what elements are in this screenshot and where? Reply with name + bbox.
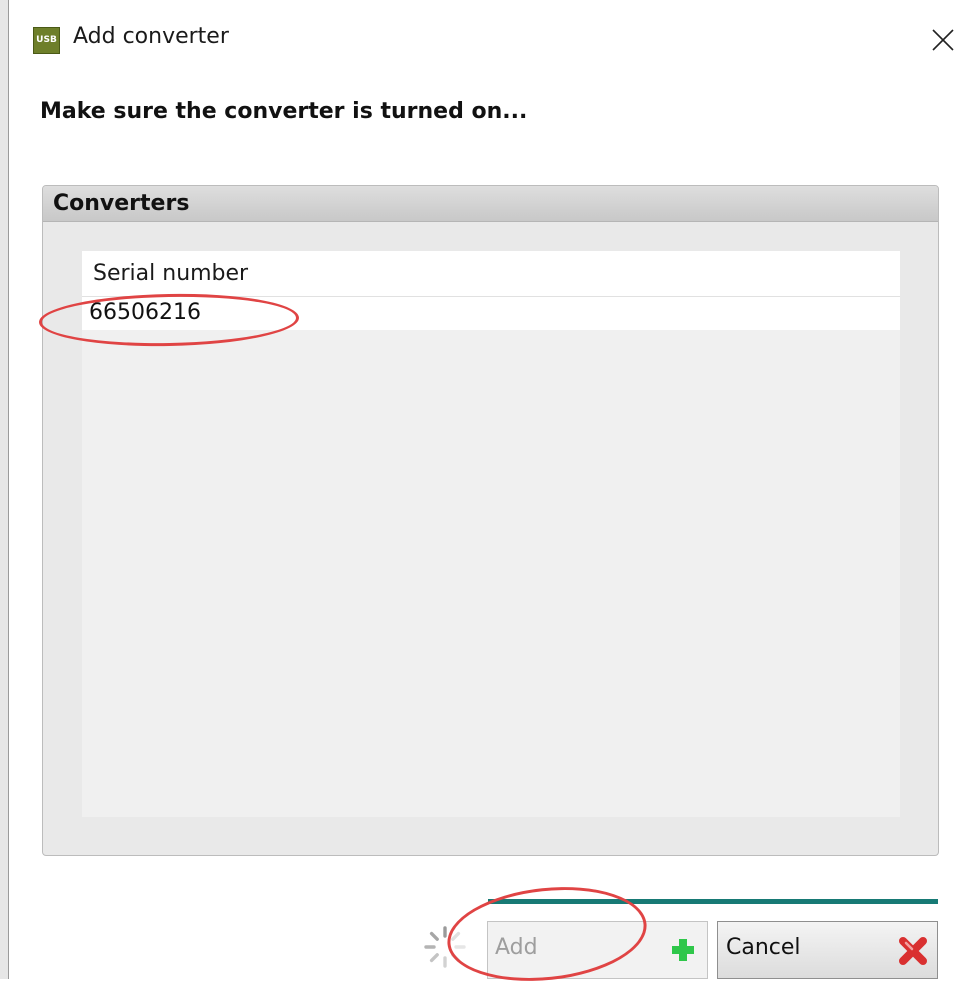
close-icon: [932, 29, 954, 51]
cancel-button-label: Cancel: [726, 935, 801, 960]
converters-group: Converters Serial number 66506216: [42, 185, 939, 856]
red-x-icon: [899, 937, 927, 965]
column-header-serial-number[interactable]: Serial number: [82, 251, 900, 297]
plus-icon: [672, 939, 694, 961]
instruction-heading: Make sure the converter is turned on...: [40, 99, 528, 124]
column-header-label: Serial number: [93, 261, 249, 286]
window-border: [8, 0, 9, 979]
window-title: Add converter: [73, 24, 229, 49]
cancel-button[interactable]: Cancel: [717, 921, 938, 979]
close-button[interactable]: [924, 18, 960, 62]
usb-icon: USB: [33, 27, 60, 54]
converters-group-title: Converters: [53, 191, 190, 216]
converters-group-header: Converters: [43, 186, 938, 222]
title-bar[interactable]: USB Add converter: [9, 0, 960, 82]
add-converter-dialog: USB Add converter Make sure the converte…: [0, 0, 960, 990]
